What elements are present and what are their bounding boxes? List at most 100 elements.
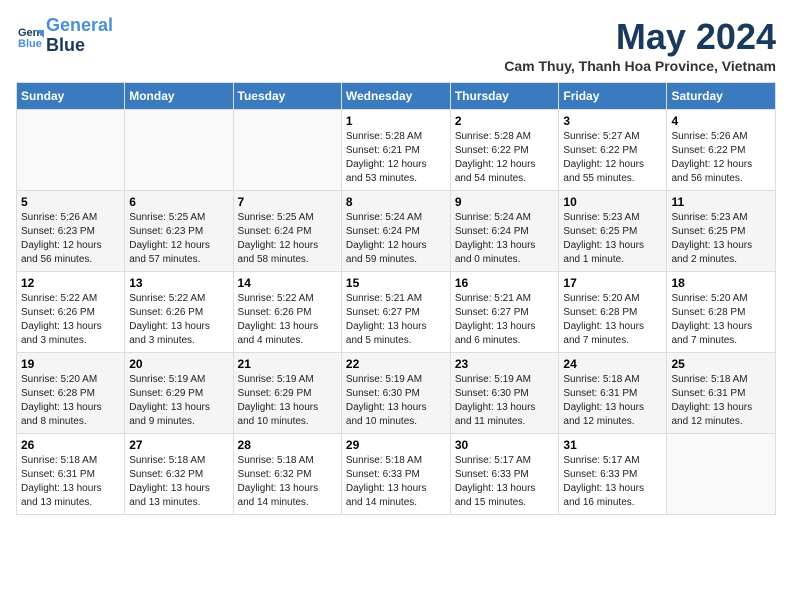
day-info: Sunrise: 5:19 AM Sunset: 6:29 PM Dayligh… bbox=[238, 373, 337, 429]
calendar-cell: 8 Sunrise: 5:24 AM Sunset: 6:24 PM Daylig… bbox=[341, 191, 450, 272]
calendar-cell: 15 Sunrise: 5:21 AM Sunset: 6:27 PM Dayli… bbox=[341, 272, 450, 353]
day-number: 9 bbox=[455, 195, 555, 209]
day-info: Sunrise: 5:19 AM Sunset: 6:29 PM Dayligh… bbox=[129, 373, 228, 429]
calendar-table: SundayMondayTuesdayWednesdayThursdayFrid… bbox=[16, 82, 776, 515]
day-info: Sunrise: 5:26 AM Sunset: 6:23 PM Dayligh… bbox=[21, 211, 120, 267]
logo: General Blue GeneralBlue bbox=[16, 16, 113, 56]
day-info: Sunrise: 5:27 AM Sunset: 6:22 PM Dayligh… bbox=[563, 130, 662, 186]
day-number: 31 bbox=[563, 438, 662, 452]
day-info: Sunrise: 5:18 AM Sunset: 6:31 PM Dayligh… bbox=[671, 373, 771, 429]
day-number: 5 bbox=[21, 195, 120, 209]
day-number: 20 bbox=[129, 357, 228, 371]
day-number: 15 bbox=[346, 276, 446, 290]
day-number: 3 bbox=[563, 114, 662, 128]
weekday-header: Sunday bbox=[17, 83, 125, 110]
day-number: 10 bbox=[563, 195, 662, 209]
day-number: 18 bbox=[671, 276, 771, 290]
calendar-cell: 5 Sunrise: 5:26 AM Sunset: 6:23 PM Daylig… bbox=[17, 191, 125, 272]
calendar-week-row: 12 Sunrise: 5:22 AM Sunset: 6:26 PM Dayli… bbox=[17, 272, 776, 353]
day-info: Sunrise: 5:20 AM Sunset: 6:28 PM Dayligh… bbox=[563, 292, 662, 348]
calendar-week-row: 5 Sunrise: 5:26 AM Sunset: 6:23 PM Daylig… bbox=[17, 191, 776, 272]
calendar-cell: 23Sunrise: 5:19 AM Sunset: 6:30 PM Dayli… bbox=[450, 353, 559, 434]
day-info: Sunrise: 5:25 AM Sunset: 6:24 PM Dayligh… bbox=[238, 211, 337, 267]
weekday-header: Tuesday bbox=[233, 83, 341, 110]
day-info: Sunrise: 5:28 AM Sunset: 6:21 PM Dayligh… bbox=[346, 130, 446, 186]
calendar-cell: 7 Sunrise: 5:25 AM Sunset: 6:24 PM Daylig… bbox=[233, 191, 341, 272]
weekday-header: Friday bbox=[559, 83, 667, 110]
day-info: Sunrise: 5:18 AM Sunset: 6:32 PM Dayligh… bbox=[129, 454, 228, 510]
weekday-header: Wednesday bbox=[341, 83, 450, 110]
day-number: 4 bbox=[671, 114, 771, 128]
day-info: Sunrise: 5:20 AM Sunset: 6:28 PM Dayligh… bbox=[671, 292, 771, 348]
day-number: 14 bbox=[238, 276, 337, 290]
day-info: Sunrise: 5:20 AM Sunset: 6:28 PM Dayligh… bbox=[21, 373, 120, 429]
day-info: Sunrise: 5:23 AM Sunset: 6:25 PM Dayligh… bbox=[671, 211, 771, 267]
day-number: 1 bbox=[346, 114, 446, 128]
calendar-cell: 18 Sunrise: 5:20 AM Sunset: 6:28 PM Dayli… bbox=[667, 272, 776, 353]
weekday-header: Monday bbox=[125, 83, 233, 110]
day-info: Sunrise: 5:22 AM Sunset: 6:26 PM Dayligh… bbox=[129, 292, 228, 348]
logo-icon: General Blue bbox=[16, 22, 44, 50]
calendar-cell: 20 Sunrise: 5:19 AM Sunset: 6:29 PM Dayli… bbox=[125, 353, 233, 434]
calendar-cell: 25Sunrise: 5:18 AM Sunset: 6:31 PM Dayli… bbox=[667, 353, 776, 434]
day-info: Sunrise: 5:21 AM Sunset: 6:27 PM Dayligh… bbox=[455, 292, 555, 348]
day-info: Sunrise: 5:19 AM Sunset: 6:30 PM Dayligh… bbox=[455, 373, 555, 429]
day-number: 12 bbox=[21, 276, 120, 290]
calendar-cell: 21 Sunrise: 5:19 AM Sunset: 6:29 PM Dayli… bbox=[233, 353, 341, 434]
weekday-header: Saturday bbox=[667, 83, 776, 110]
day-info: Sunrise: 5:18 AM Sunset: 6:31 PM Dayligh… bbox=[21, 454, 120, 510]
day-number: 16 bbox=[455, 276, 555, 290]
page-header: General Blue GeneralBlue May 2024 Cam Th… bbox=[16, 16, 776, 74]
day-info: Sunrise: 5:24 AM Sunset: 6:24 PM Dayligh… bbox=[346, 211, 446, 267]
day-number: 13 bbox=[129, 276, 228, 290]
calendar-cell: 4 Sunrise: 5:26 AM Sunset: 6:22 PM Daylig… bbox=[667, 110, 776, 191]
calendar-cell: 29Sunrise: 5:18 AM Sunset: 6:33 PM Dayli… bbox=[341, 434, 450, 515]
day-number: 19 bbox=[21, 357, 120, 371]
calendar-cell: 31 Sunrise: 5:17 AM Sunset: 6:33 PM Dayli… bbox=[559, 434, 667, 515]
day-info: Sunrise: 5:17 AM Sunset: 6:33 PM Dayligh… bbox=[455, 454, 555, 510]
day-info: Sunrise: 5:21 AM Sunset: 6:27 PM Dayligh… bbox=[346, 292, 446, 348]
calendar-week-row: 19 Sunrise: 5:20 AM Sunset: 6:28 PM Dayli… bbox=[17, 353, 776, 434]
calendar-cell bbox=[125, 110, 233, 191]
day-number: 28 bbox=[238, 438, 337, 452]
calendar-cell bbox=[17, 110, 125, 191]
day-info: Sunrise: 5:18 AM Sunset: 6:32 PM Dayligh… bbox=[238, 454, 337, 510]
day-number: 24 bbox=[563, 357, 662, 371]
calendar-cell: 30 Sunrise: 5:17 AM Sunset: 6:33 PM Dayli… bbox=[450, 434, 559, 515]
calendar-cell: 12Sunrise: 5:22 AM Sunset: 6:26 PM Dayli… bbox=[17, 272, 125, 353]
day-number: 17 bbox=[563, 276, 662, 290]
calendar-cell: 1 Sunrise: 5:28 AM Sunset: 6:21 PM Daylig… bbox=[341, 110, 450, 191]
calendar-cell: 13 Sunrise: 5:22 AM Sunset: 6:26 PM Dayli… bbox=[125, 272, 233, 353]
day-number: 21 bbox=[238, 357, 337, 371]
day-info: Sunrise: 5:23 AM Sunset: 6:25 PM Dayligh… bbox=[563, 211, 662, 267]
calendar-week-row: 1 Sunrise: 5:28 AM Sunset: 6:21 PM Daylig… bbox=[17, 110, 776, 191]
calendar-cell: 16 Sunrise: 5:21 AM Sunset: 6:27 PM Dayli… bbox=[450, 272, 559, 353]
day-info: Sunrise: 5:26 AM Sunset: 6:22 PM Dayligh… bbox=[671, 130, 771, 186]
calendar-cell: 2Sunrise: 5:28 AM Sunset: 6:22 PM Daylig… bbox=[450, 110, 559, 191]
day-info: Sunrise: 5:22 AM Sunset: 6:26 PM Dayligh… bbox=[238, 292, 337, 348]
calendar-cell: 14 Sunrise: 5:22 AM Sunset: 6:26 PM Dayli… bbox=[233, 272, 341, 353]
day-number: 30 bbox=[455, 438, 555, 452]
calendar-cell: 11 Sunrise: 5:23 AM Sunset: 6:25 PM Dayli… bbox=[667, 191, 776, 272]
day-info: Sunrise: 5:18 AM Sunset: 6:31 PM Dayligh… bbox=[563, 373, 662, 429]
calendar-cell: 9 Sunrise: 5:24 AM Sunset: 6:24 PM Daylig… bbox=[450, 191, 559, 272]
calendar-cell: 19 Sunrise: 5:20 AM Sunset: 6:28 PM Dayli… bbox=[17, 353, 125, 434]
day-number: 7 bbox=[238, 195, 337, 209]
day-info: Sunrise: 5:25 AM Sunset: 6:23 PM Dayligh… bbox=[129, 211, 228, 267]
day-number: 8 bbox=[346, 195, 446, 209]
day-info: Sunrise: 5:19 AM Sunset: 6:30 PM Dayligh… bbox=[346, 373, 446, 429]
day-info: Sunrise: 5:18 AM Sunset: 6:33 PM Dayligh… bbox=[346, 454, 446, 510]
calendar-cell: 3 Sunrise: 5:27 AM Sunset: 6:22 PM Daylig… bbox=[559, 110, 667, 191]
calendar-cell: 10 Sunrise: 5:23 AM Sunset: 6:25 PM Dayli… bbox=[559, 191, 667, 272]
location-subtitle: Cam Thuy, Thanh Hoa Province, Vietnam bbox=[504, 58, 776, 74]
calendar-cell: 22Sunrise: 5:19 AM Sunset: 6:30 PM Dayli… bbox=[341, 353, 450, 434]
calendar-cell: 6Sunrise: 5:25 AM Sunset: 6:23 PM Daylig… bbox=[125, 191, 233, 272]
calendar-cell bbox=[233, 110, 341, 191]
day-info: Sunrise: 5:24 AM Sunset: 6:24 PM Dayligh… bbox=[455, 211, 555, 267]
day-number: 27 bbox=[129, 438, 228, 452]
month-title: May 2024 bbox=[504, 16, 776, 58]
day-number: 11 bbox=[671, 195, 771, 209]
svg-text:Blue: Blue bbox=[18, 38, 42, 50]
day-info: Sunrise: 5:17 AM Sunset: 6:33 PM Dayligh… bbox=[563, 454, 662, 510]
calendar-cell: 24 Sunrise: 5:18 AM Sunset: 6:31 PM Dayli… bbox=[559, 353, 667, 434]
